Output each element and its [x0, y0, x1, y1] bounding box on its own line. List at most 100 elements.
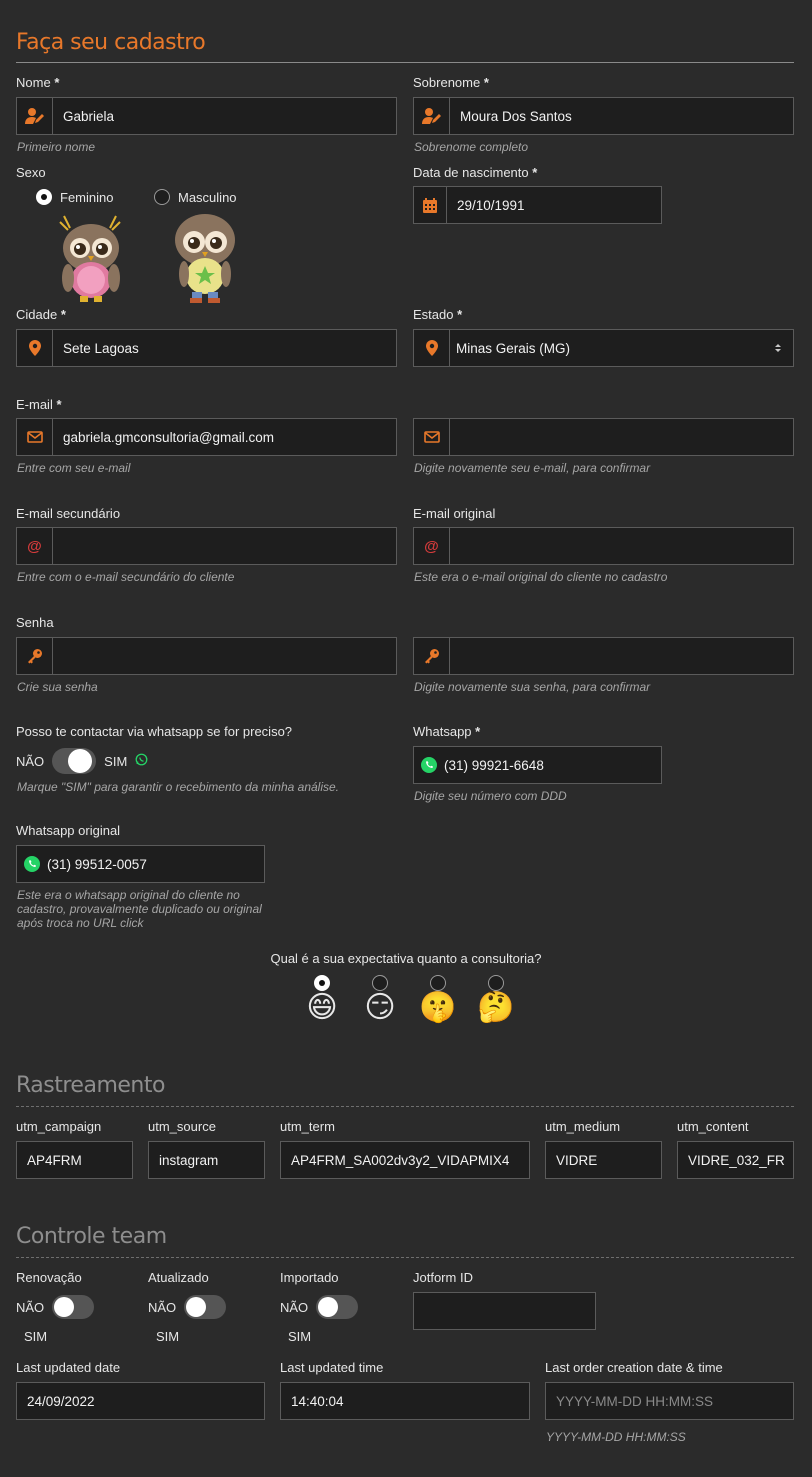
- last-order-hint: YYYY-MM-DD HH:MM:SS: [546, 1430, 686, 1444]
- jotform-field[interactable]: [413, 1292, 596, 1330]
- expectativa-option[interactable]: 🤫: [419, 975, 457, 1025]
- whats-contact-toggle-group: NÃO SIM: [16, 748, 148, 774]
- utm-term-input[interactable]: AP4FRM_SA002dv3y2_VIDAPMIX4: [281, 1142, 529, 1178]
- sobrenome-hint: Sobrenome completo: [414, 140, 529, 154]
- whatsapp-input[interactable]: (31) 99921-6648: [444, 747, 661, 783]
- email-field[interactable]: gabriela.gmconsultoria@gmail.com: [16, 418, 397, 456]
- utm-campaign-input[interactable]: AP4FRM: [17, 1142, 132, 1178]
- expectativa-option[interactable]: 😄: [304, 975, 340, 1025]
- nascimento-input[interactable]: 29/10/1991: [447, 187, 661, 223]
- male-owl-illustration: [175, 214, 235, 303]
- senha-confirm-input[interactable]: [450, 638, 793, 674]
- page-title: Faça seu cadastro: [16, 30, 206, 55]
- toggle-yes-label: SIM: [24, 1329, 48, 1344]
- email-sec-hint: Entre com o e-mail secundário do cliente: [17, 570, 235, 584]
- nascimento-field[interactable]: 29/10/1991: [413, 186, 662, 224]
- expectativa-option[interactable]: 😏: [362, 975, 398, 1025]
- at-sign-icon: @: [414, 528, 450, 564]
- senha-hint: Crie sua senha: [17, 680, 98, 694]
- utm-term-field[interactable]: AP4FRM_SA002dv3y2_VIDAPMIX4: [280, 1141, 530, 1179]
- masculino-radio[interactable]: [154, 189, 170, 205]
- nome-input[interactable]: Gabriela: [53, 98, 396, 134]
- email-hint: Entre com seu e-mail: [17, 461, 131, 475]
- last-order-field[interactable]: YYYY-MM-DD HH:MM:SS: [545, 1382, 794, 1420]
- estado-select[interactable]: Minas Gerais (MG): [413, 329, 794, 367]
- thinking-emoji-icon: 🤔: [477, 990, 515, 1025]
- last-time-field[interactable]: 14:40:04: [280, 1382, 530, 1420]
- last-order-input[interactable]: YYYY-MM-DD HH:MM:SS: [546, 1383, 793, 1419]
- email-label: E-mail *: [16, 397, 62, 412]
- nome-hint: Primeiro nome: [17, 140, 96, 154]
- utm-medium-input[interactable]: VIDRE: [546, 1142, 661, 1178]
- utm-content-input[interactable]: VIDRE_032_FR: [678, 1142, 793, 1178]
- email-orig-input[interactable]: [450, 528, 793, 564]
- atualizado-toggle[interactable]: [184, 1295, 227, 1319]
- smirk-emoji-icon: 😏: [364, 990, 396, 1025]
- expectativa-radio[interactable]: [430, 975, 446, 991]
- toggle-no-label: NÃO: [16, 1299, 45, 1315]
- senha-input[interactable]: [53, 638, 396, 674]
- renovacao-label: Renovação: [16, 1270, 82, 1285]
- last-time-input[interactable]: 14:40:04: [281, 1383, 529, 1419]
- utm-content-field[interactable]: VIDRE_032_FR: [677, 1141, 794, 1179]
- whats-orig-label: Whatsapp original: [16, 823, 121, 838]
- senha-field[interactable]: [16, 637, 397, 675]
- email-sec-field[interactable]: @: [16, 527, 397, 565]
- expectativa-radio[interactable]: [314, 975, 330, 991]
- importado-toggle[interactable]: [316, 1295, 359, 1319]
- feminino-label: Feminino: [60, 189, 114, 205]
- map-pin-icon: [414, 330, 450, 366]
- utm-source-field[interactable]: instagram: [148, 1141, 265, 1179]
- whats-orig-field[interactable]: (31) 99512-0057: [16, 845, 265, 883]
- sobrenome-field[interactable]: Moura Dos Santos: [413, 97, 794, 135]
- utm-campaign-field[interactable]: AP4FRM: [16, 1141, 133, 1179]
- renovacao-toggle[interactable]: [52, 1295, 95, 1319]
- utm-source-input[interactable]: instagram: [149, 1142, 264, 1178]
- key-icon: [17, 638, 53, 674]
- importado-toggle-group: NÃO: [280, 1295, 359, 1319]
- title-divider: [16, 62, 794, 63]
- sobrenome-label: Sobrenome *: [413, 75, 489, 90]
- senha-label: Senha: [16, 615, 54, 630]
- toggle-no-label: NÃO: [280, 1299, 309, 1315]
- expectativa-radio[interactable]: [372, 975, 388, 991]
- map-pin-icon: [17, 330, 53, 366]
- whats-orig-input[interactable]: (31) 99512-0057: [47, 846, 264, 882]
- controle-divider: [16, 1257, 794, 1258]
- email-confirm-hint: Digite novamente seu e-mail, para confir…: [414, 461, 651, 475]
- expectativa-radio[interactable]: [488, 975, 504, 991]
- utm-medium-label: utm_medium: [545, 1119, 621, 1134]
- cidade-field[interactable]: Sete Lagoas: [16, 329, 397, 367]
- last-time-label: Last updated time: [280, 1360, 384, 1375]
- controle-title: Controle team: [16, 1224, 167, 1249]
- sexo-option-masculino[interactable]: Masculino: [154, 189, 237, 205]
- email-orig-field[interactable]: @: [413, 527, 794, 565]
- atualizado-toggle-group: NÃO: [148, 1295, 227, 1319]
- email-confirm-field[interactable]: [413, 418, 794, 456]
- expectativa-option[interactable]: 🤔: [477, 975, 515, 1025]
- renovacao-toggle-group: NÃO: [16, 1295, 95, 1319]
- email-orig-label: E-mail original: [413, 506, 496, 521]
- whats-contact-toggle[interactable]: [52, 748, 97, 774]
- nome-field[interactable]: Gabriela: [16, 97, 397, 135]
- feminino-radio[interactable]: [36, 189, 52, 205]
- toggle-yes-label: SIM: [288, 1329, 312, 1344]
- email-confirm-input[interactable]: [450, 419, 793, 455]
- last-date-input[interactable]: 24/09/2022: [17, 1383, 264, 1419]
- utm-medium-field[interactable]: VIDRE: [545, 1141, 662, 1179]
- email-sec-input[interactable]: [53, 528, 396, 564]
- cidade-input[interactable]: Sete Lagoas: [53, 330, 396, 366]
- sobrenome-input[interactable]: Moura Dos Santos: [450, 98, 793, 134]
- email-input[interactable]: gabriela.gmconsultoria@gmail.com: [53, 419, 396, 455]
- estado-label: Estado *: [413, 307, 463, 322]
- last-date-field[interactable]: 24/09/2022: [16, 1382, 265, 1420]
- sexo-option-feminino[interactable]: Feminino: [36, 189, 113, 205]
- calendar-icon[interactable]: [414, 187, 447, 223]
- select-arrows-icon: [763, 330, 793, 366]
- whatsapp-field[interactable]: (31) 99921-6648: [413, 746, 662, 784]
- utm-source-label: utm_source: [148, 1119, 216, 1134]
- toggle-no-label: NÃO: [16, 753, 45, 769]
- jotform-input[interactable]: [414, 1293, 595, 1329]
- senha-confirm-field[interactable]: [413, 637, 794, 675]
- rastreamento-title: Rastreamento: [16, 1073, 165, 1098]
